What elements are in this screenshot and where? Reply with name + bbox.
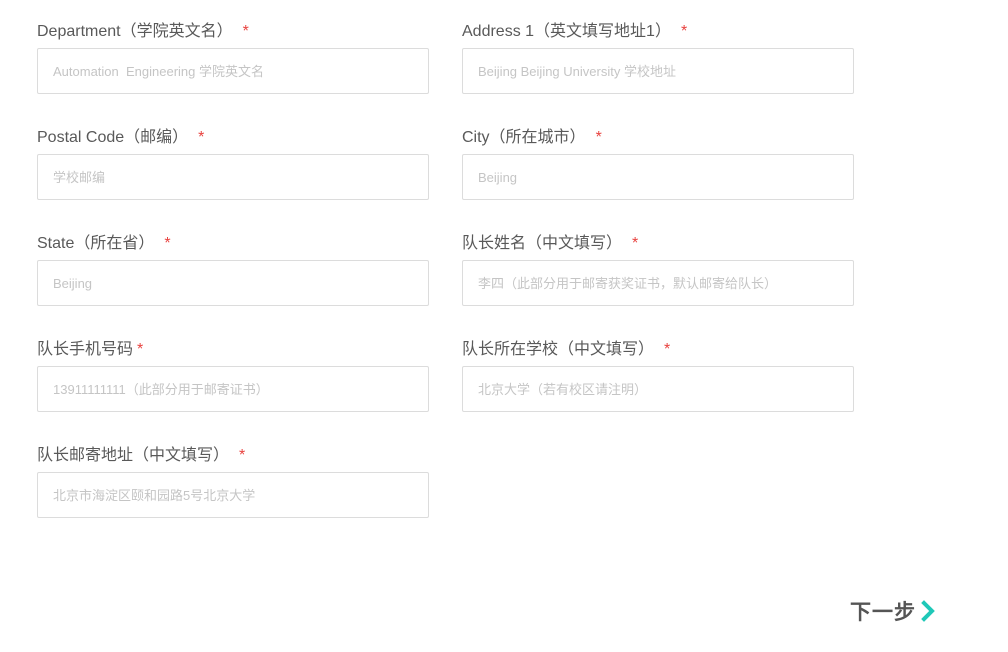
captain-phone-field: 队长手机号码 * <box>37 339 429 412</box>
address1-field: Address 1（英文填写地址1） * <box>462 21 854 94</box>
city-label: City（所在城市） <box>462 129 586 146</box>
postal-code-input-box[interactable] <box>37 154 429 200</box>
postal-code-label-row: Postal Code（邮编） * <box>37 127 429 149</box>
postal-code-field: Postal Code（邮编） * <box>37 127 429 200</box>
captain-name-input-box[interactable] <box>462 260 854 306</box>
city-field: City（所在城市） * <box>462 127 854 200</box>
address1-input-box[interactable] <box>462 48 854 94</box>
required-mark: * <box>680 23 688 40</box>
captain-address-input[interactable] <box>38 473 428 517</box>
captain-name-field: 队长姓名（中文填写） * <box>462 233 854 306</box>
address1-input[interactable] <box>463 49 853 93</box>
required-mark: * <box>664 341 671 358</box>
state-input-box[interactable] <box>37 260 429 306</box>
next-step-label: 下一步 <box>850 601 916 624</box>
city-input-box[interactable] <box>462 154 854 200</box>
captain-school-input[interactable] <box>463 367 853 411</box>
department-input[interactable] <box>38 49 428 93</box>
required-mark: * <box>239 447 246 464</box>
postal-code-input[interactable] <box>38 155 428 199</box>
address1-label: Address 1（英文填写地址1） <box>462 23 671 40</box>
registration-form: Department（学院英文名） * Address 1（英文填写地址1） * P… <box>0 0 1008 652</box>
captain-phone-input-box[interactable] <box>37 366 429 412</box>
state-label-row: State（所在省） * <box>37 233 429 255</box>
state-label: State（所在省） <box>37 235 155 252</box>
captain-school-label-row: 队长所在学校（中文填写） * <box>462 339 854 361</box>
required-mark: * <box>595 129 602 146</box>
required-mark: * <box>198 129 205 146</box>
required-mark: * <box>632 235 639 252</box>
department-label-row: Department（学院英文名） * <box>37 21 429 43</box>
city-input[interactable] <box>463 155 853 199</box>
captain-address-label: 队长邮寄地址（中文填写） <box>37 447 230 464</box>
department-label: Department（学院英文名） <box>37 23 233 40</box>
city-label-row: City（所在城市） * <box>462 127 854 149</box>
captain-address-field: 队长邮寄地址（中文填写） * <box>37 445 429 518</box>
captain-name-label: 队长姓名（中文填写） <box>462 235 623 252</box>
required-mark: * <box>164 235 171 252</box>
postal-code-label: Postal Code（邮编） <box>37 129 189 146</box>
chevron-right-icon <box>921 600 935 622</box>
captain-address-input-box[interactable] <box>37 472 429 518</box>
captain-phone-input[interactable] <box>38 367 428 411</box>
captain-school-input-box[interactable] <box>462 366 854 412</box>
captain-name-input[interactable] <box>463 261 853 305</box>
captain-address-label-row: 队长邮寄地址（中文填写） * <box>37 445 429 467</box>
state-input[interactable] <box>38 261 428 305</box>
next-step-button[interactable]: 下一步 <box>850 596 937 626</box>
captain-phone-label-row: 队长手机号码 * <box>37 339 429 361</box>
state-field: State（所在省） * <box>37 233 429 306</box>
captain-phone-label: 队长手机号码 <box>37 341 134 358</box>
captain-school-label: 队长所在学校（中文填写） <box>462 341 655 358</box>
address1-label-row: Address 1（英文填写地址1） * <box>462 21 854 43</box>
captain-school-field: 队长所在学校（中文填写） * <box>462 339 854 412</box>
required-mark: * <box>242 23 249 40</box>
department-input-box[interactable] <box>37 48 429 94</box>
department-field: Department（学院英文名） * <box>37 21 429 94</box>
required-mark: * <box>137 341 144 358</box>
captain-name-label-row: 队长姓名（中文填写） * <box>462 233 854 255</box>
